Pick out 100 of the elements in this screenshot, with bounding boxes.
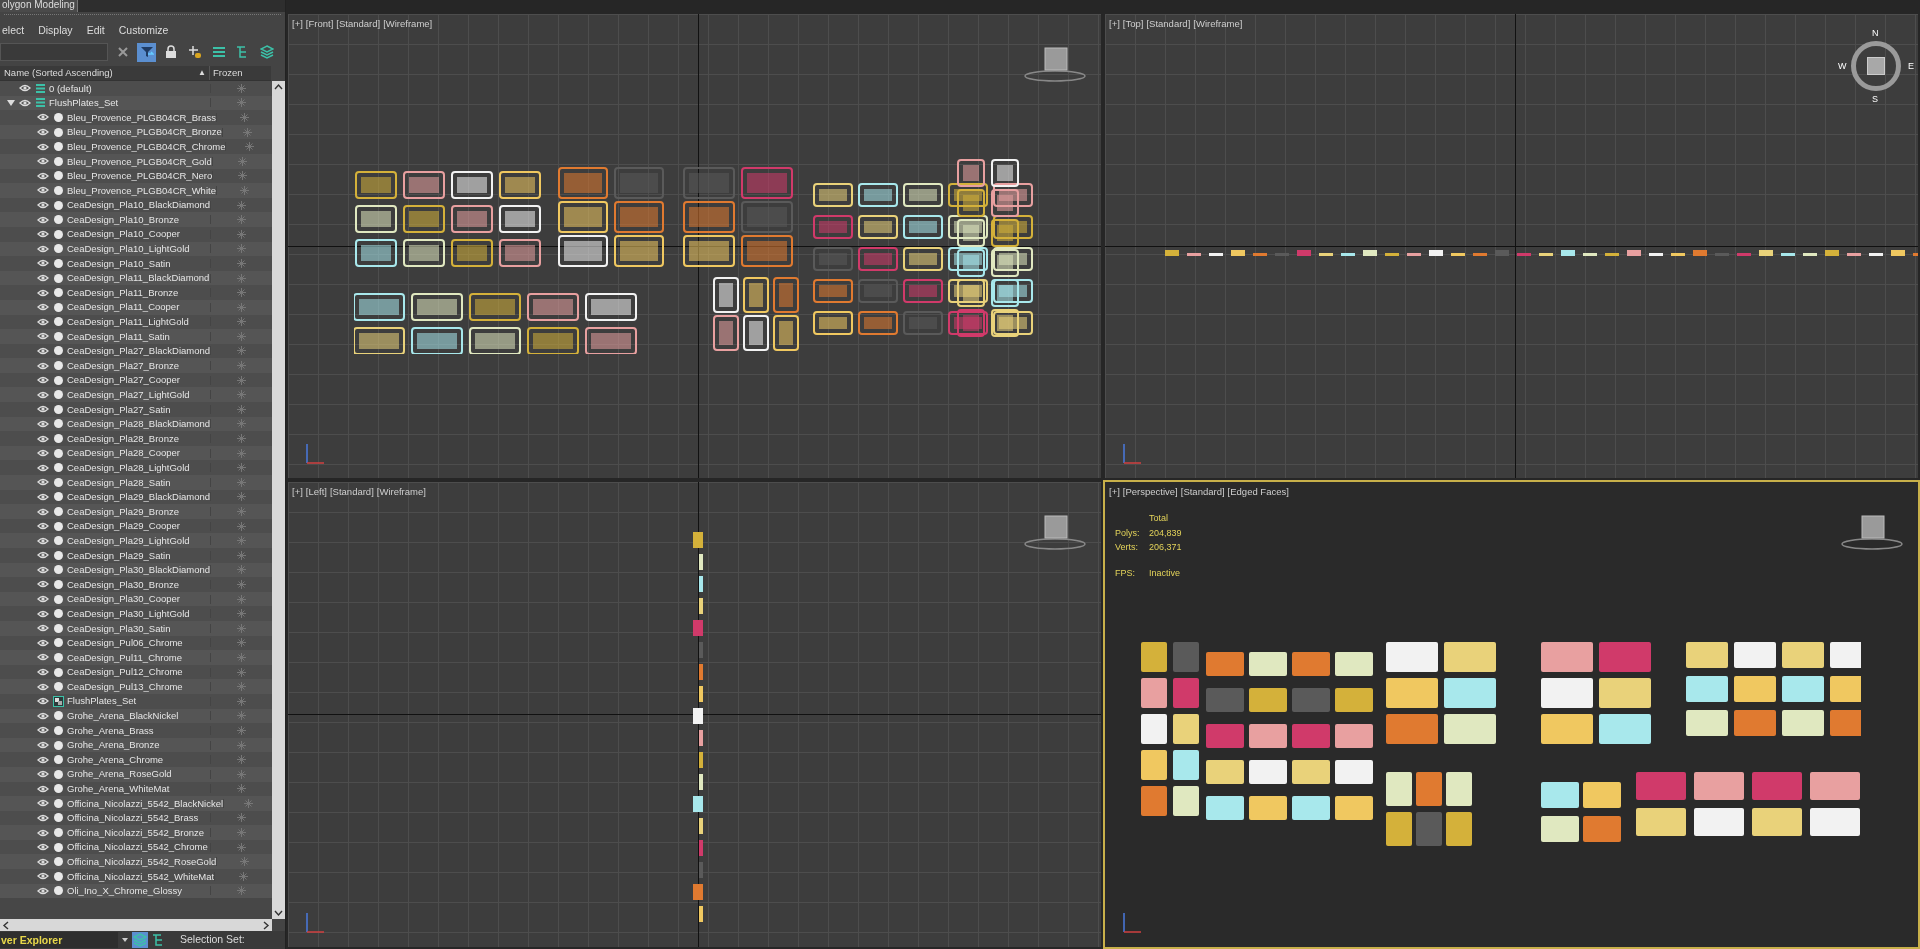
viewport-label-menu[interactable]: [Front] (305, 17, 334, 32)
eye-icon[interactable] (37, 303, 49, 312)
viewport[interactable]: [+] [Front] [Standard] [Wireframe] (286, 12, 1103, 480)
viewport-label-menu[interactable]: [Top] (1122, 17, 1144, 32)
eye-icon[interactable] (37, 609, 49, 618)
compass-icon[interactable] (1851, 41, 1901, 91)
stats-label: Verts: (1115, 541, 1139, 554)
expand-toggle-icon[interactable] (7, 98, 15, 107)
eye-icon[interactable] (37, 478, 49, 487)
eye-icon[interactable] (37, 128, 49, 137)
eye-icon[interactable] (37, 244, 49, 253)
eye-icon[interactable] (37, 726, 49, 735)
eye-icon[interactable] (37, 828, 49, 837)
viewport-label-menu[interactable]: [Standard] (329, 485, 374, 500)
eye-icon[interactable] (37, 580, 49, 589)
eye-icon[interactable] (37, 463, 49, 472)
eye-icon[interactable] (37, 230, 49, 239)
eye-icon[interactable] (37, 653, 49, 662)
column-header[interactable]: Name (Sorted Ascending) (0, 65, 199, 81)
eye-icon[interactable] (37, 171, 49, 180)
eye-icon[interactable] (37, 755, 49, 764)
eye-icon[interactable] (37, 492, 49, 501)
eye-icon[interactable] (37, 638, 49, 647)
toolbar-button[interactable] (257, 42, 276, 62)
eye-icon[interactable] (37, 274, 49, 282)
eye-icon[interactable] (37, 201, 49, 210)
eye-icon[interactable] (37, 449, 49, 458)
eye-icon[interactable] (37, 215, 49, 224)
eye-icon[interactable] (37, 886, 49, 895)
eye-icon[interactable] (37, 682, 49, 691)
eye-icon[interactable] (37, 347, 49, 355)
viewport-label-menu[interactable]: [+] (292, 17, 303, 32)
eye-icon[interactable] (37, 595, 49, 604)
compass-letter: S (1872, 94, 1878, 104)
viewport-label-menu[interactable]: [Left] (305, 485, 327, 500)
eye-icon[interactable] (37, 872, 49, 881)
eye-icon[interactable] (37, 507, 49, 516)
stats-label: Polys: (1115, 526, 1141, 540)
explorer-dropdown[interactable]: ver Explorer (0, 932, 118, 948)
view-cube-icon[interactable] (1023, 512, 1087, 552)
viewport-label-menu[interactable]: [Perspective] (1122, 485, 1178, 500)
eye-icon[interactable] (37, 522, 49, 531)
toolbar-button[interactable] (137, 42, 156, 62)
eye-icon[interactable] (37, 857, 49, 866)
viewport-label-menu[interactable]: [+] (1109, 17, 1120, 32)
eye-icon[interactable] (37, 711, 49, 720)
search-field[interactable] (0, 43, 108, 61)
viewport-label-menu[interactable]: [+] (292, 485, 303, 500)
viewport-label-menu[interactable]: [Wireframe] (383, 17, 433, 32)
eye-icon[interactable] (37, 142, 49, 151)
viewport-label-menu[interactable]: [Standard] (1146, 17, 1191, 32)
axis-gizmo-icon (1121, 911, 1143, 935)
menu-item[interactable]: Customize (118, 23, 169, 39)
eye-icon[interactable] (37, 551, 49, 560)
ribbon-tab[interactable]: olygon Modeling (0, 0, 78, 12)
vertical-scrollbar[interactable] (272, 81, 285, 919)
eye-icon[interactable] (37, 536, 49, 545)
eye-icon[interactable] (37, 565, 49, 574)
eye-icon[interactable] (37, 288, 49, 297)
eye-icon[interactable] (37, 668, 49, 677)
eye-icon[interactable] (19, 84, 31, 93)
eye-icon[interactable] (37, 405, 49, 414)
eye-icon[interactable] (37, 390, 49, 399)
column-header[interactable]: Frozen (209, 65, 271, 81)
viewport-label-menu[interactable]: [+] (1109, 485, 1120, 500)
viewport[interactable]: [+] [Left] [Standard] [Wireframe] (286, 480, 1103, 949)
eye-icon[interactable] (37, 157, 49, 166)
viewport-label-menu[interactable]: [Standard] (1180, 485, 1225, 500)
menu-item[interactable]: Display (38, 23, 73, 39)
dropdown-caret-icon[interactable] (122, 938, 128, 942)
eye-icon[interactable] (37, 843, 49, 852)
eye-icon[interactable] (19, 98, 31, 107)
eye-icon[interactable] (37, 419, 49, 428)
eye-icon[interactable] (37, 186, 49, 195)
fps-value: Inactive (1149, 566, 1182, 580)
eye-icon[interactable] (37, 434, 49, 443)
view-cube-icon[interactable] (1023, 44, 1087, 84)
viewport-label-menu[interactable]: [Edged Faces] (1227, 485, 1289, 500)
eye-icon[interactable] (37, 697, 49, 706)
menu-item[interactable]: elect (2, 23, 25, 39)
eye-icon[interactable] (37, 624, 49, 633)
viewport-label-menu[interactable]: [Wireframe] (1193, 17, 1243, 32)
eye-icon[interactable] (37, 741, 49, 749)
eye-icon[interactable] (37, 361, 49, 370)
eye-icon[interactable] (37, 814, 49, 822)
eye-icon[interactable] (37, 799, 49, 808)
eye-icon[interactable] (37, 259, 49, 268)
eye-icon[interactable] (37, 113, 49, 122)
menu-item[interactable]: Edit (86, 23, 105, 39)
viewport-label-menu[interactable]: [Wireframe] (376, 485, 426, 500)
viewport-label-menu[interactable]: [Standard] (336, 17, 381, 32)
eye-icon[interactable] (37, 770, 49, 779)
horizontal-scrollbar[interactable] (0, 919, 272, 931)
eye-icon[interactable] (37, 784, 49, 793)
viewport[interactable]: [+] [Top] [Standard] [Wireframe] N E S W (1103, 12, 1920, 480)
eye-icon[interactable] (37, 332, 49, 341)
eye-icon[interactable] (37, 376, 49, 385)
eye-icon[interactable] (37, 317, 49, 326)
view-cube-icon[interactable] (1840, 512, 1904, 552)
viewport[interactable]: [+] [Perspective] [Standard] [Edged Faces] Total Polys: 204,839 Verts: 206,371 FPS: Inactive (1103, 480, 1920, 949)
